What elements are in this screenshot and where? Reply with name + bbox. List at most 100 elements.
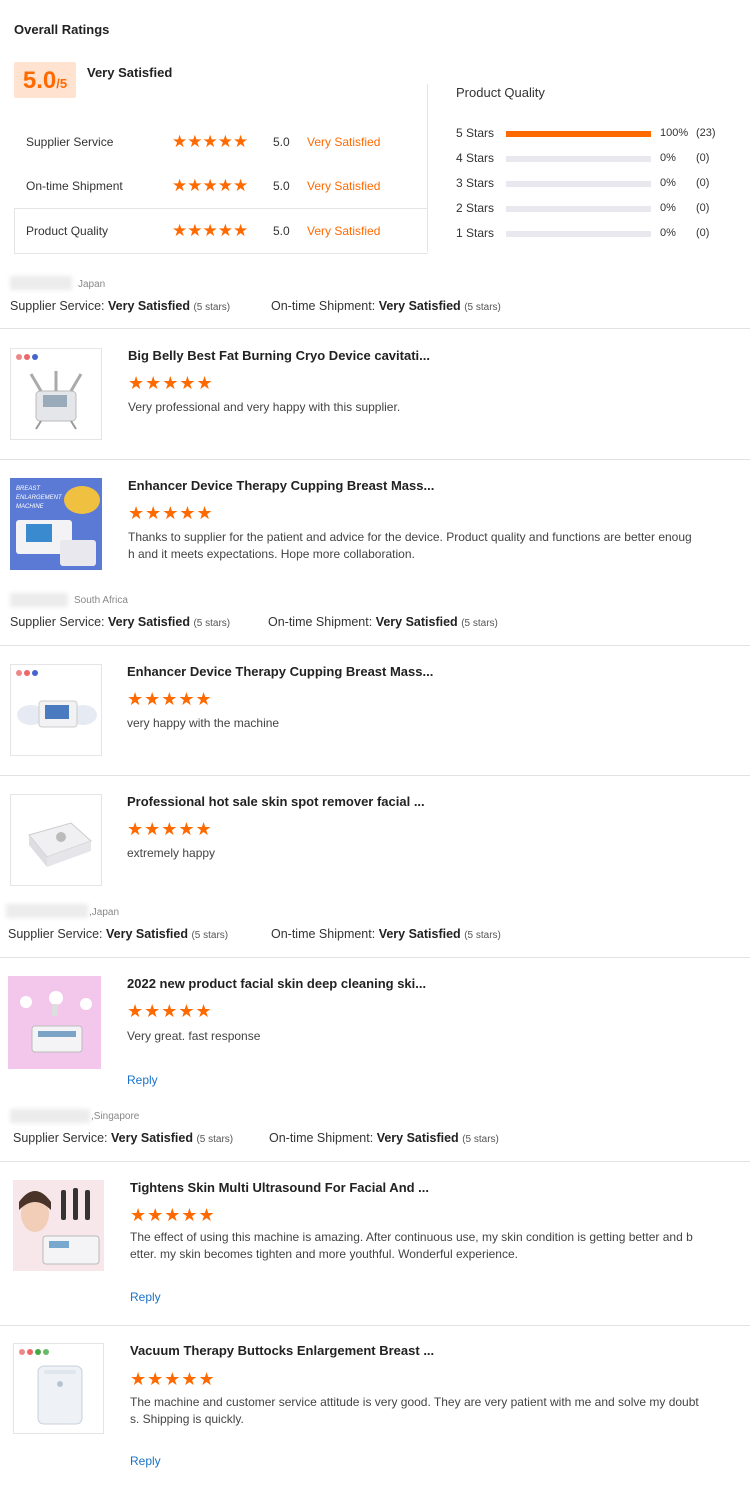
review-stars: ★★★★★: [127, 689, 213, 709]
review-text-cont: etter. my skin becomes tighten and more …: [130, 1247, 518, 1261]
breakdown-percent: 0%: [660, 227, 676, 239]
breakdown-bar-track: [506, 131, 651, 137]
shipment-stars: (5 stars): [461, 618, 498, 629]
supplier-service-label: Supplier Service:: [8, 927, 103, 941]
product-image-spot-remover: [28, 822, 92, 867]
supplier-service-value: Very Satisfied: [110, 1131, 193, 1145]
breakdown-percent: 100%: [660, 127, 689, 139]
product-title[interactable]: Enhancer Device Therapy Cupping Breast M…: [128, 478, 434, 493]
review-text: very happy with the machine: [127, 716, 280, 730]
divider: [0, 1325, 750, 1326]
review-text-cont: h and it meets expectations. Hope more c…: [128, 547, 415, 561]
breakdown-count: (0): [696, 227, 710, 239]
review-text: Very great. fast response: [127, 1029, 261, 1043]
divider: [0, 775, 750, 776]
shipment-label: On-time Shipment:: [268, 615, 373, 629]
shipment-label: On-time Shipment:: [271, 927, 376, 941]
shipment-label: On-time Shipment:: [269, 1131, 374, 1145]
breakdown-percent: 0%: [660, 152, 676, 164]
product-thumbnail[interactable]: BREAST ENLARGEMENT MACHINE: [10, 478, 102, 570]
overall-score-suffix: /5: [56, 76, 68, 91]
product-thumbnail[interactable]: [10, 348, 102, 440]
breakdown-row: 2 Stars 0% (0): [456, 201, 746, 217]
rating-score: 5.0: [273, 224, 290, 238]
reviewer-ratings: Supplier Service: Very Satisfied (5 star…: [8, 927, 228, 941]
rating-stars: ★★★★★: [172, 221, 249, 240]
product-thumbnail[interactable]: [10, 794, 102, 886]
product-image-breast-enlargement: BREAST ENLARGEMENT MACHINE: [10, 478, 102, 570]
product-thumbnail[interactable]: [13, 1180, 104, 1271]
review-stars: ★★★★★: [130, 1369, 216, 1389]
review-text-cont: s. Shipping is quickly.: [130, 1412, 244, 1426]
rating-satisfaction: Very Satisfied: [307, 135, 381, 149]
reviewer-ratings: Supplier Service: Very Satisfied (5 star…: [10, 615, 230, 629]
product-image-vacuum-therapy: [19, 1349, 83, 1425]
supplier-service-label: Supplier Service:: [10, 299, 105, 313]
divider: [0, 328, 750, 329]
reply-link[interactable]: Reply: [130, 1454, 161, 1468]
supplier-service-value: Very Satisfied: [107, 615, 190, 629]
review-stars: ★★★★★: [128, 373, 214, 393]
supplier-service-value: Very Satisfied: [107, 299, 190, 313]
product-thumbnail[interactable]: [8, 976, 101, 1069]
review-stars: ★★★★★: [127, 819, 213, 839]
breakdown-label: 1 Stars: [456, 226, 495, 240]
review-text: Very professional and very happy with th…: [128, 400, 401, 414]
breakdown-title: Product Quality: [456, 85, 545, 100]
rating-row-shipment: On-time Shipment ★★★★★ 5.0 Very Satisfie…: [14, 164, 428, 208]
svg-text:ENLARGEMENT: ENLARGEMENT: [16, 495, 63, 501]
shipment-label: On-time Shipment:: [271, 299, 376, 313]
product-title[interactable]: Vacuum Therapy Buttocks Enlargement Brea…: [130, 1343, 434, 1358]
supplier-service-label: Supplier Service:: [10, 615, 105, 629]
breakdown-bar-track: [506, 181, 651, 187]
product-title[interactable]: Tightens Skin Multi Ultrasound For Facia…: [130, 1180, 429, 1195]
reviewer-name-redacted: [10, 276, 72, 290]
rating-score: 5.0: [273, 179, 290, 193]
reviewer-shipment-rating: On-time Shipment: Very Satisfied (5 star…: [268, 615, 498, 629]
review-stars: ★★★★★: [127, 1001, 213, 1021]
reviewer-ratings: Supplier Service: Very Satisfied (5 star…: [13, 1131, 233, 1145]
reviewer-name-redacted: [10, 593, 68, 607]
breakdown-bar-track: [506, 231, 651, 237]
supplier-service-stars: (5 stars): [191, 930, 229, 941]
shipment-value: Very Satisfied: [378, 927, 461, 941]
reviewer-country: ,Japan: [89, 907, 120, 918]
supplier-service-label: Supplier Service:: [13, 1131, 108, 1145]
reviewer-shipment-rating: On-time Shipment: Very Satisfied (5 star…: [271, 299, 501, 313]
divider: [0, 645, 750, 646]
review-text: The effect of using this machine is amaz…: [130, 1230, 693, 1244]
product-thumbnail[interactable]: [10, 664, 102, 756]
breakdown-label: 4 Stars: [456, 151, 495, 165]
review-text: extremely happy: [127, 846, 216, 860]
shipment-stars: (5 stars): [464, 930, 501, 941]
breakdown-row: 4 Stars 0% (0): [456, 151, 746, 167]
review-text: The machine and customer service attitud…: [130, 1395, 699, 1409]
product-title[interactable]: Enhancer Device Therapy Cupping Breast M…: [127, 664, 433, 679]
reviewer-shipment-rating: On-time Shipment: Very Satisfied (5 star…: [269, 1131, 499, 1145]
supplier-service-value: Very Satisfied: [105, 927, 188, 941]
breakdown-count: (0): [696, 152, 710, 164]
rating-satisfaction: Very Satisfied: [307, 179, 381, 193]
reply-link[interactable]: Reply: [130, 1290, 161, 1304]
product-title[interactable]: 2022 new product facial skin deep cleani…: [127, 976, 426, 991]
supplier-service-stars: (5 stars): [196, 1134, 234, 1145]
breakdown-bar-track: [506, 206, 651, 212]
product-title[interactable]: Professional hot sale skin spot remover …: [127, 794, 425, 809]
supplier-service-stars: (5 stars): [193, 302, 231, 313]
reply-link[interactable]: Reply: [127, 1073, 158, 1087]
rating-score: 5.0: [273, 135, 290, 149]
rating-row-supplier: Supplier Service ★★★★★ 5.0 Very Satisfie…: [14, 120, 428, 164]
breakdown-percent: 0%: [660, 177, 676, 189]
breakdown-row: 5 Stars 100% (23): [456, 126, 746, 142]
shipment-stars: (5 stars): [462, 1134, 499, 1145]
product-image-cupping-device: [16, 670, 97, 728]
review-text: Thanks to supplier for the patient and a…: [128, 530, 692, 544]
product-title[interactable]: Big Belly Best Fat Burning Cryo Device c…: [128, 348, 430, 363]
product-thumbnail[interactable]: [13, 1343, 104, 1434]
breakdown-count: (23): [696, 127, 716, 139]
rating-row-label: On-time Shipment: [26, 179, 123, 193]
breakdown-bar-fill: [506, 131, 651, 137]
breakdown-count: (0): [696, 202, 710, 214]
rating-row-product-quality[interactable]: Product Quality ★★★★★ 5.0 Very Satisfied: [14, 208, 428, 254]
review-stars: ★★★★★: [130, 1205, 216, 1225]
